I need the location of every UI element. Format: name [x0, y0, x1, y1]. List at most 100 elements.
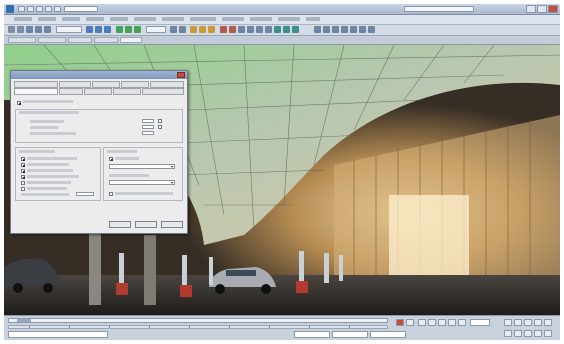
minimize-button[interactable]	[526, 5, 536, 13]
sampling-lock-1-checkbox[interactable]	[158, 119, 162, 123]
redo-tool-icon[interactable]	[17, 26, 24, 33]
dialog-title-bar[interactable]	[11, 71, 187, 79]
roll-icon[interactable]	[544, 330, 552, 337]
rendered-frame-window-icon[interactable]	[283, 26, 290, 33]
render-production-icon[interactable]	[292, 26, 299, 33]
goto-start-icon[interactable]	[418, 319, 426, 326]
tab-row2-4[interactable]	[113, 88, 141, 95]
option-1-checkbox[interactable]	[21, 157, 25, 161]
scale-icon[interactable]	[134, 26, 141, 33]
workspace-dropdown[interactable]	[64, 6, 98, 12]
tab-row2-2[interactable]	[59, 88, 83, 95]
tab-row2-1[interactable]	[14, 88, 58, 95]
toolbar-extra-icon-6[interactable]	[359, 26, 366, 33]
undo-icon[interactable]	[45, 6, 52, 12]
sampling-max-spinner[interactable]	[142, 125, 154, 129]
dolly-icon[interactable]	[534, 330, 542, 337]
menu-item-tools[interactable]	[38, 17, 56, 21]
pivot-icon[interactable]	[170, 26, 177, 33]
tab-row1-1[interactable]	[14, 81, 58, 88]
global-switch-checkbox[interactable]	[17, 101, 21, 105]
search-input[interactable]	[404, 6, 474, 12]
walk-through-icon[interactable]	[514, 330, 522, 337]
dialog-cancel-button[interactable]	[161, 221, 183, 228]
ribbon-tab-3[interactable]	[68, 37, 92, 43]
select-by-name-icon[interactable]	[95, 26, 102, 33]
toolbar-extra-icon-2[interactable]	[323, 26, 330, 33]
reference-coord-dropdown[interactable]	[146, 26, 166, 33]
ribbon-tab-1[interactable]	[8, 37, 36, 43]
zoom-icon[interactable]	[504, 319, 512, 326]
contours-enable-checkbox[interactable]	[109, 157, 113, 161]
ribbon-tab-2[interactable]	[38, 37, 66, 43]
mirror-icon[interactable]	[220, 26, 227, 33]
redo-icon[interactable]	[54, 6, 61, 12]
render-setup-icon[interactable]	[274, 26, 281, 33]
pan-icon[interactable]	[524, 319, 532, 326]
sampling-threshold-spinner[interactable]	[142, 131, 154, 135]
tab-row1-5[interactable]	[150, 81, 184, 88]
next-frame-icon[interactable]	[448, 319, 456, 326]
prev-frame-icon[interactable]	[428, 319, 436, 326]
zoom-region-icon[interactable]	[524, 330, 532, 337]
tab-row1-2[interactable]	[59, 81, 91, 88]
tab-row1-4[interactable]	[121, 81, 149, 88]
option-2-checkbox[interactable]	[21, 163, 25, 167]
toolbar-extra-icon-3[interactable]	[332, 26, 339, 33]
auto-key-button[interactable]	[396, 319, 404, 326]
menu-item-create[interactable]	[110, 17, 128, 21]
menu-item-animation[interactable]	[162, 17, 184, 21]
ribbon-tab-4[interactable]	[94, 37, 118, 43]
layer-manager-icon[interactable]	[238, 26, 245, 33]
schematic-view-icon[interactable]	[256, 26, 263, 33]
app-icon[interactable]	[6, 5, 14, 13]
menu-item-graph-editors[interactable]	[190, 17, 216, 21]
tab-row2-5[interactable]	[142, 88, 184, 95]
option-4-checkbox[interactable]	[21, 175, 25, 179]
time-slider[interactable]	[8, 318, 388, 323]
snap-icon[interactable]	[190, 26, 197, 33]
tab-row2-3[interactable]	[84, 88, 112, 95]
curve-editor-icon[interactable]	[247, 26, 254, 33]
contours-type-dropdown[interactable]	[109, 164, 175, 169]
sampling-lock-2-checkbox[interactable]	[158, 125, 162, 129]
sampling-min-spinner[interactable]	[142, 119, 154, 123]
field-of-view-icon[interactable]	[504, 330, 512, 337]
track-bar[interactable]	[8, 325, 388, 329]
option-7-spinner[interactable]	[76, 192, 94, 196]
rotate-icon[interactable]	[125, 26, 132, 33]
unlink-icon[interactable]	[35, 26, 42, 33]
move-icon[interactable]	[116, 26, 123, 33]
link-icon[interactable]	[26, 26, 33, 33]
x-coordinate-field[interactable]	[294, 331, 330, 338]
menu-item-views[interactable]	[86, 17, 104, 21]
menu-item-group[interactable]	[62, 17, 80, 21]
contours-shader-dropdown[interactable]	[109, 180, 175, 185]
percent-snap-icon[interactable]	[208, 26, 215, 33]
dialog-apply-button[interactable]	[109, 221, 131, 228]
select-object-icon[interactable]	[86, 26, 93, 33]
option-5-checkbox[interactable]	[21, 181, 25, 185]
bind-icon[interactable]	[44, 26, 51, 33]
menu-item-customize[interactable]	[250, 17, 272, 21]
dialog-close-button[interactable]	[177, 72, 185, 78]
y-coordinate-field[interactable]	[332, 331, 368, 338]
region-select-icon[interactable]	[104, 26, 111, 33]
play-icon[interactable]	[438, 319, 446, 326]
undo-tool-icon[interactable]	[8, 26, 15, 33]
toolbar-extra-icon-7[interactable]	[368, 26, 375, 33]
ribbon-tab-5[interactable]	[120, 37, 142, 43]
angle-snap-icon[interactable]	[199, 26, 206, 33]
time-slider-handle[interactable]	[17, 319, 31, 322]
set-key-icon[interactable]	[406, 319, 414, 326]
selection-filter-dropdown[interactable]	[56, 26, 82, 33]
menu-item-edit[interactable]	[14, 17, 32, 21]
menu-item-rendering[interactable]	[222, 17, 244, 21]
goto-end-icon[interactable]	[458, 319, 466, 326]
menu-item-help[interactable]	[306, 17, 320, 21]
close-button[interactable]	[548, 5, 558, 13]
toolbar-extra-icon-4[interactable]	[341, 26, 348, 33]
open-icon[interactable]	[27, 6, 34, 12]
align-icon[interactable]	[229, 26, 236, 33]
option-6-checkbox[interactable]	[21, 187, 25, 191]
